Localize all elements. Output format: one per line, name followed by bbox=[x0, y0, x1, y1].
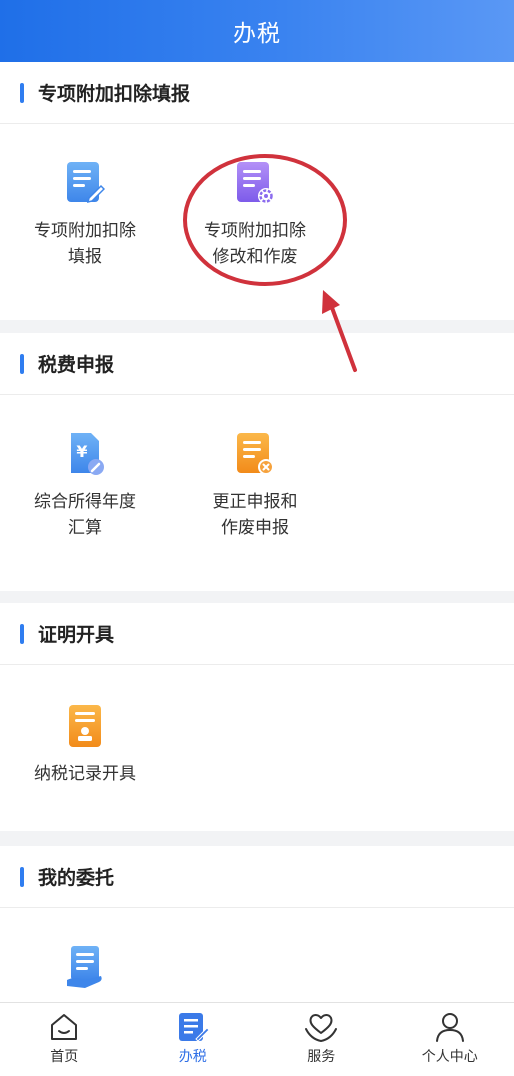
special-deduction-fill-item[interactable]: 专项附加扣除 填报 bbox=[10, 160, 160, 270]
section-header: 我的委托 bbox=[0, 846, 514, 908]
section-accent-bar bbox=[20, 866, 24, 887]
item-label: 专项附加扣除 修改和作废 bbox=[204, 221, 306, 267]
tax-record-issue-item[interactable]: 纳税记录开具 bbox=[10, 703, 160, 787]
section-my-delegation: 我的委托 bbox=[0, 846, 514, 1002]
delegation-item[interactable] bbox=[10, 944, 160, 990]
section-certificate: 证明开具 纳税记录开具 bbox=[0, 603, 514, 831]
doc-edit-icon bbox=[67, 162, 105, 204]
section-title: 税费申报 bbox=[38, 354, 115, 376]
person-icon bbox=[435, 1013, 464, 1042]
svg-text:¥: ¥ bbox=[76, 442, 87, 461]
section-header: 证明开具 bbox=[0, 603, 514, 665]
section-header: 税费申报 bbox=[0, 333, 514, 395]
tab-home[interactable]: 首页 bbox=[0, 1003, 129, 1076]
correct-void-filing-item[interactable]: 更正申报和 作废申报 bbox=[180, 431, 330, 541]
section-special-deduction: 专项附加扣除填报 专项附加扣除 填报 专项附加扣除 修改和作废 bbox=[0, 62, 514, 320]
app-header: 办税 bbox=[0, 0, 514, 62]
yuan-doc-icon: ¥ bbox=[71, 433, 104, 475]
item-label: 更正申报和 作废申报 bbox=[212, 492, 298, 538]
tab-label: 办税 bbox=[178, 1049, 207, 1065]
special-deduction-modify-item[interactable]: 专项附加扣除 修改和作废 bbox=[180, 160, 330, 270]
bottom-tab-bar: 首页 办税 服务 个人中心 bbox=[0, 1002, 514, 1076]
tax-doc-icon bbox=[178, 1013, 210, 1042]
tab-label: 首页 bbox=[50, 1049, 79, 1065]
item-label: 专项附加扣除 填报 bbox=[34, 221, 136, 267]
doc-settings-icon bbox=[237, 162, 274, 204]
section-title: 证明开具 bbox=[38, 624, 115, 646]
home-icon bbox=[51, 1014, 78, 1040]
doc-hand-icon bbox=[67, 946, 102, 988]
section-title: 我的委托 bbox=[38, 867, 115, 889]
annual-reconciliation-item[interactable]: ¥ 综合所得年度 汇算 bbox=[10, 431, 160, 541]
item-label: 纳税记录开具 bbox=[34, 764, 136, 784]
tab-label: 个人中心 bbox=[421, 1049, 478, 1065]
doc-stamp-icon bbox=[69, 705, 101, 747]
page-title: 办税 bbox=[233, 21, 281, 47]
heart-hands-icon bbox=[305, 1014, 338, 1043]
section-accent-bar bbox=[20, 82, 24, 103]
doc-cancel-icon bbox=[237, 433, 274, 475]
section-accent-bar bbox=[20, 353, 24, 374]
tab-service[interactable]: 服务 bbox=[257, 1003, 386, 1076]
section-tax-filing: 税费申报 ¥ 综合所得年度 汇算 更正申报和 作废申报 bbox=[0, 333, 514, 591]
section-accent-bar bbox=[20, 623, 24, 644]
item-label: 综合所得年度 汇算 bbox=[34, 492, 136, 538]
tab-profile[interactable]: 个人中心 bbox=[386, 1003, 514, 1076]
tab-tax[interactable]: 办税 bbox=[129, 1003, 258, 1076]
tab-label: 服务 bbox=[307, 1049, 336, 1065]
section-title: 专项附加扣除填报 bbox=[38, 83, 191, 105]
section-header: 专项附加扣除填报 bbox=[0, 62, 514, 124]
